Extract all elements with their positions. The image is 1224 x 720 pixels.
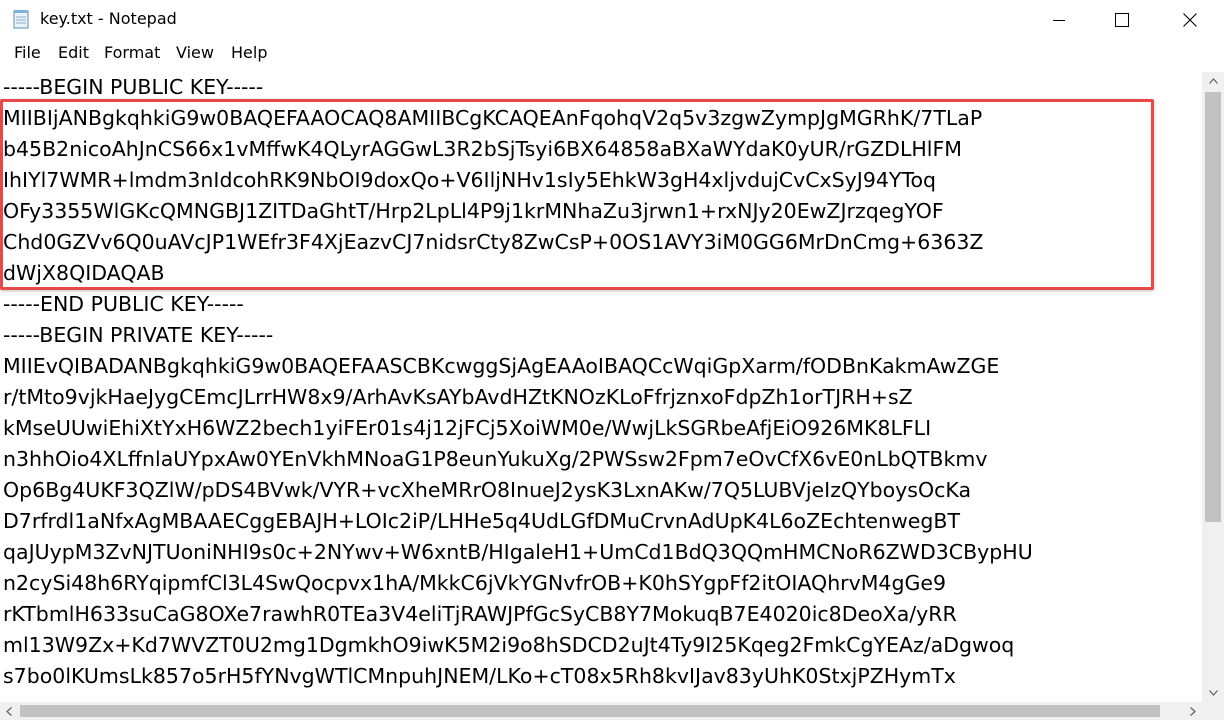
title-bar[interactable]: key.txt - Notepad	[0, 0, 1224, 40]
window-title: key.txt - Notepad	[40, 9, 177, 28]
close-button[interactable]	[1158, 0, 1222, 40]
maximize-button[interactable]	[1090, 0, 1154, 40]
text-line: Chd0GZVv6Q0uAVcJP1WEfr3F4XjEazvCJ7nidsrC…	[3, 230, 984, 254]
menu-file[interactable]: File	[12, 42, 43, 64]
text-line: IhIYl7WMR+lmdm3nIdcohRK9NbOI9doxQo+V6Ilj…	[3, 168, 937, 192]
text-line: -----BEGIN PRIVATE KEY-----	[3, 323, 274, 347]
text-line: dWjX8QIDAQAB	[3, 261, 165, 285]
menu-view[interactable]: View	[174, 42, 216, 64]
chevron-right-icon	[1190, 706, 1196, 716]
scroll-down-button[interactable]	[1202, 684, 1224, 702]
menu-edit[interactable]: Edit	[56, 42, 91, 64]
scroll-up-button[interactable]	[1202, 72, 1224, 90]
window-title-separator: -	[92, 9, 109, 28]
text-editor[interactable]: -----BEGIN PUBLIC KEY----- MIIBIjANBgkqh…	[0, 72, 1202, 702]
window-title-file: key.txt	[40, 9, 93, 28]
text-line: Op6Bg4UKF3QZlW/pDS4BVwk/VYR+vcXheMRrO8In…	[3, 478, 972, 502]
minimize-icon	[1053, 20, 1065, 21]
text-line: MIIBIjANBgkqhkiG9w0BAQEFAAOCAQ8AMIIBCgKC…	[3, 106, 983, 130]
text-line: D7rfrdl1aNfxAgMBAAECggEBAJH+LOIc2iP/LHHe…	[3, 509, 960, 533]
text-line: kMseUUwiEhiXtYxH6WZ2bech1yiFEr01s4j12jFC…	[3, 416, 932, 440]
text-line: s7bo0lKUmsLk857o5rH5fYNvgWTlCMnpuhJNEM/L…	[3, 664, 956, 688]
horizontal-scrollbar[interactable]	[0, 702, 1202, 720]
menu-bar: File Edit Format View Help	[0, 40, 1224, 66]
text-line: r/tMto9vjkHaeJygCEmcJLrrHW8x9/ArhAvKsAYb…	[3, 385, 913, 409]
horizontal-scroll-thumb[interactable]	[20, 705, 1160, 717]
window-title-app: Notepad	[108, 9, 177, 28]
notepad-icon	[13, 10, 29, 29]
text-line: -----END PUBLIC KEY-----	[3, 292, 244, 316]
menu-help[interactable]: Help	[229, 42, 269, 64]
text-line: ml13W9Zx+Kd7WVZT0U2mg1DgmkhO9iwK5M2i9o8h…	[3, 633, 1015, 657]
text-line: MIIEvQIBADANBgkqhkiG9w0BAQEFAASCBKcwggSj…	[3, 354, 1000, 378]
maximize-icon	[1115, 13, 1129, 27]
menu-format[interactable]: Format	[102, 42, 162, 64]
text-line: OFy3355WlGKcQMNGBJ1ZITDaGhtT/Hrp2LpLl4P9…	[3, 199, 944, 223]
text-line: n2cySi48h6RYqipmfCl3L4SwQocpvx1hA/MkkC6j…	[3, 571, 947, 595]
scrollbar-corner	[1202, 702, 1224, 720]
text-line: -----BEGIN PUBLIC KEY-----	[3, 75, 264, 99]
chevron-up-icon	[1208, 78, 1218, 84]
text-line: b45B2nicoAhJnCS66x1vMffwK4QLyrAGGwL3R2bS…	[3, 137, 962, 161]
scroll-right-button[interactable]	[1184, 702, 1202, 720]
minimize-button[interactable]	[1027, 0, 1091, 40]
chevron-left-icon	[6, 706, 12, 716]
text-line: qaJUypM3ZvNJTUoniNHI9s0c+2NYwv+W6xntB/HI…	[3, 540, 1033, 564]
text-line: n3hhOio4XLffnlaUYpxAw0YEnVkhMNoaG1P8eunY…	[3, 447, 988, 471]
scroll-left-button[interactable]	[0, 702, 18, 720]
close-icon	[1183, 13, 1197, 27]
vertical-scroll-thumb[interactable]	[1205, 92, 1221, 522]
chevron-down-icon	[1208, 690, 1218, 696]
vertical-scrollbar[interactable]	[1202, 72, 1224, 720]
text-line: rKTbmlH633suCaG8OXe7rawhR0TEa3V4eliTjRAW…	[3, 602, 957, 626]
